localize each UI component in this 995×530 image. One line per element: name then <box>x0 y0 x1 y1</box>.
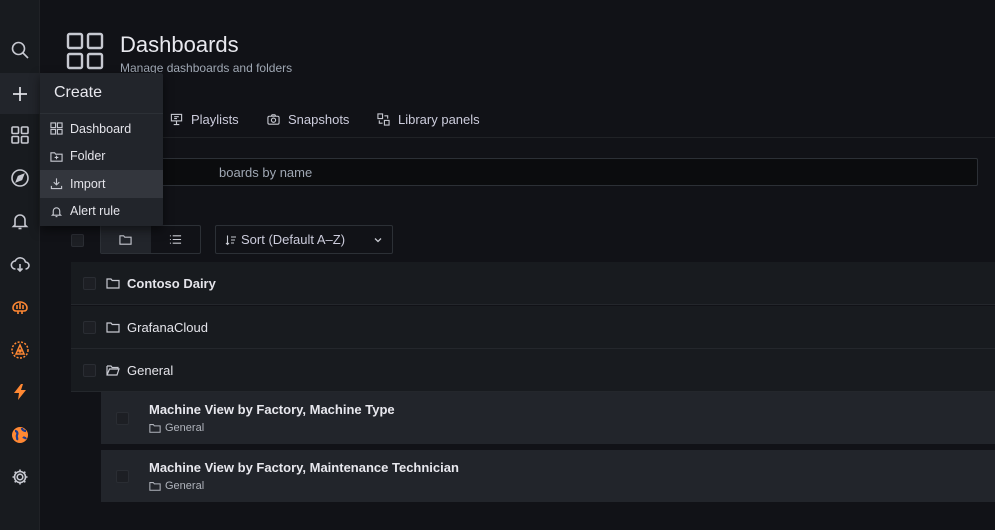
tab-library-panels[interactable]: Library panels <box>377 108 480 130</box>
plus-icon[interactable] <box>0 73 40 114</box>
tab-playlists[interactable]: Playlists <box>170 108 239 130</box>
folder-name: GrafanaCloud <box>127 319 208 335</box>
create-alert-rule-item[interactable]: Alert rule <box>40 198 163 226</box>
folder-icon <box>149 482 161 491</box>
alerting-icon[interactable] <box>0 201 40 241</box>
search-placeholder: boards by name <box>219 164 313 180</box>
row-checkbox[interactable] <box>83 276 96 290</box>
menu-item-label: Import <box>70 176 106 191</box>
row-checkbox[interactable] <box>116 470 129 483</box>
dashboard-folder-label: General <box>165 480 205 492</box>
chevron-down-icon <box>374 238 382 243</box>
folder-row-contoso-dairy[interactable]: Contoso Dairy <box>71 262 995 305</box>
library-icon <box>377 112 390 126</box>
folder-open-icon <box>106 365 120 376</box>
view-toggle <box>100 225 201 254</box>
page-header: Dashboards Manage dashboards and folders… <box>40 0 995 138</box>
folder-name: Contoso Dairy <box>127 275 216 291</box>
tab-snapshots[interactable]: Snapshots <box>267 108 349 130</box>
folder-name: General <box>127 362 174 378</box>
create-menu: Create Dashboard Folder Import Alert rul… <box>40 73 163 226</box>
folder-icon <box>106 278 120 289</box>
create-dashboard-item[interactable]: Dashboard <box>40 115 163 143</box>
gear-icon[interactable] <box>0 457 40 497</box>
create-menu-title: Create <box>40 73 163 114</box>
list-view-button[interactable] <box>151 226 201 253</box>
tab-label: Library panels <box>398 111 480 127</box>
row-checkbox[interactable] <box>83 320 96 334</box>
globe-icon[interactable] <box>0 415 40 455</box>
folder-plus-icon <box>50 151 63 162</box>
select-all-checkbox[interactable] <box>71 234 84 247</box>
bell-icon <box>50 207 63 217</box>
camera-icon <box>267 113 280 125</box>
folder-view-button[interactable] <box>101 226 151 253</box>
menu-item-label: Folder <box>70 149 106 164</box>
dashboard-title: Machine View by Factory, Machine Type <box>149 402 395 417</box>
create-folder-item[interactable]: Folder <box>40 143 163 171</box>
dashboard-folder: General <box>149 422 204 434</box>
tab-label: Playlists <box>191 111 239 127</box>
folder-icon <box>106 322 120 333</box>
dashboard-browser: boards by name Sort (Default A–Z) Contos… <box>40 137 995 530</box>
folder-row-grafanacloud[interactable]: GrafanaCloud <box>71 306 995 349</box>
dashboard-row[interactable]: Machine View by Factory, Maintenance Tec… <box>101 450 995 502</box>
dashboard-folder-label: General <box>165 422 205 434</box>
folder-icon <box>119 235 132 245</box>
dashboards-header-icon <box>66 32 104 70</box>
dashboards-icon[interactable] <box>0 115 40 155</box>
search-input[interactable]: boards by name <box>120 158 978 186</box>
menu-item-label: Dashboard <box>70 121 132 136</box>
dashboard-icon <box>50 122 63 135</box>
page-title: Dashboards <box>120 32 239 57</box>
sort-icon <box>225 235 236 245</box>
dashboard-row[interactable]: Machine View by Factory, Machine Type Ge… <box>101 392 995 444</box>
dashboard-title: Machine View by Factory, Maintenance Tec… <box>149 460 459 475</box>
alert-app-icon[interactable] <box>0 330 40 370</box>
import-icon <box>50 178 63 190</box>
folder-row-general[interactable]: General <box>71 349 995 392</box>
presentation-icon <box>170 113 183 125</box>
dashboard-folder: General <box>149 480 204 492</box>
create-import-item[interactable]: Import <box>40 170 163 198</box>
search-icon[interactable] <box>0 30 40 70</box>
row-checkbox[interactable] <box>83 363 96 377</box>
tab-bar: Playlists Snapshots Library panels <box>80 108 995 138</box>
explore-icon[interactable] <box>0 158 40 198</box>
tab-label: Snapshots <box>288 111 350 127</box>
lightning-icon[interactable] <box>0 372 40 412</box>
sort-select[interactable]: Sort (Default A–Z) <box>215 225 393 254</box>
list-icon <box>169 235 181 244</box>
menu-item-label: Alert rule <box>70 204 121 219</box>
sort-label: Sort (Default A–Z) <box>241 232 346 247</box>
brain-icon[interactable] <box>0 287 40 327</box>
folder-icon <box>149 424 161 433</box>
row-checkbox[interactable] <box>116 412 129 425</box>
cloud-icon[interactable] <box>0 244 40 284</box>
